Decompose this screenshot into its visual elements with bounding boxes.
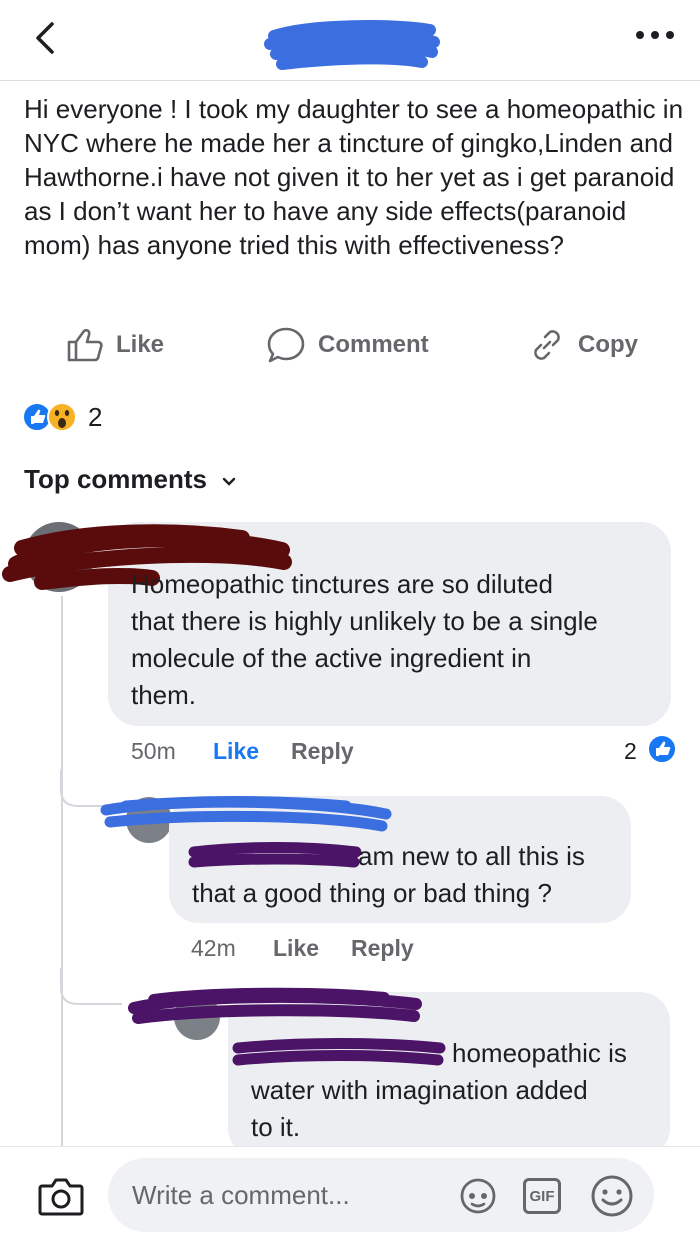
gif-label: GIF [529,1187,555,1205]
comment-text-line: them. [131,680,197,710]
comment-text-line: Homeopathic tinctures are so diluted [131,569,554,599]
comment-reply-button[interactable]: Reply [351,935,414,962]
gif-button[interactable]: GIF [523,1178,561,1214]
comment-text-line: molecule of the active ingredient in [131,643,532,673]
comment-label: Comment [318,331,429,358]
more-options-icon[interactable] [630,20,680,50]
top-bar [0,0,700,81]
post-body: Hi everyone ! I took my daughter to see … [24,94,684,260]
comment-bubble-icon [267,327,305,363]
emoji-icon[interactable] [590,1174,634,1218]
avatar[interactable] [126,797,172,843]
comment-reaction-count[interactable]: 2 [624,738,637,765]
comment-text-line: that a good thing or bad thing ? [192,878,552,908]
comment-like-button[interactable]: Like [273,935,319,962]
comment-input-placeholder: Write a comment... [132,1180,350,1210]
link-icon [534,330,560,360]
comment-time: 42m [191,935,236,961]
comment-text-line: homeopathic is [452,1038,627,1068]
comment-button[interactable]: Comment [266,325,429,365]
avatar[interactable] [24,522,94,592]
comment-reply-button[interactable]: Reply [291,738,354,765]
back-arrow-icon[interactable] [28,18,68,58]
like-reaction-icon [647,734,677,764]
camera-icon[interactable] [38,1176,84,1216]
sort-label: Top comments [24,464,207,494]
avatar[interactable] [174,994,220,1040]
reaction-icons [22,402,77,432]
comment-text-line: to it. [251,1112,301,1142]
comment-time: 50m [131,738,176,764]
comment-meta: 42m [191,935,236,962]
thread-line [61,596,63,1146]
avatar-sticker-icon[interactable] [456,1176,500,1216]
comment-text-line: that there is highly unlikely to be a si… [131,606,598,636]
comment-text-line: am new to all this is [358,841,585,871]
like-label: Like [116,331,165,358]
thumbs-up-icon [67,328,103,362]
like-button[interactable]: Like [66,325,164,365]
copy-link-button[interactable]: Copy [528,325,638,365]
reply-connector [60,968,122,1005]
comment-sort-dropdown[interactable]: Top comments [24,464,237,495]
chevron-down-icon [222,477,236,486]
comment-text-line: water with imagination added [251,1075,588,1105]
comment-meta: 50m [131,738,176,765]
reaction-summary[interactable]: 2 [22,400,102,434]
reaction-count: 2 [88,401,103,432]
reply-connector [60,770,122,807]
copy-label: Copy [578,331,638,358]
comment-like-button[interactable]: Like [213,738,259,765]
